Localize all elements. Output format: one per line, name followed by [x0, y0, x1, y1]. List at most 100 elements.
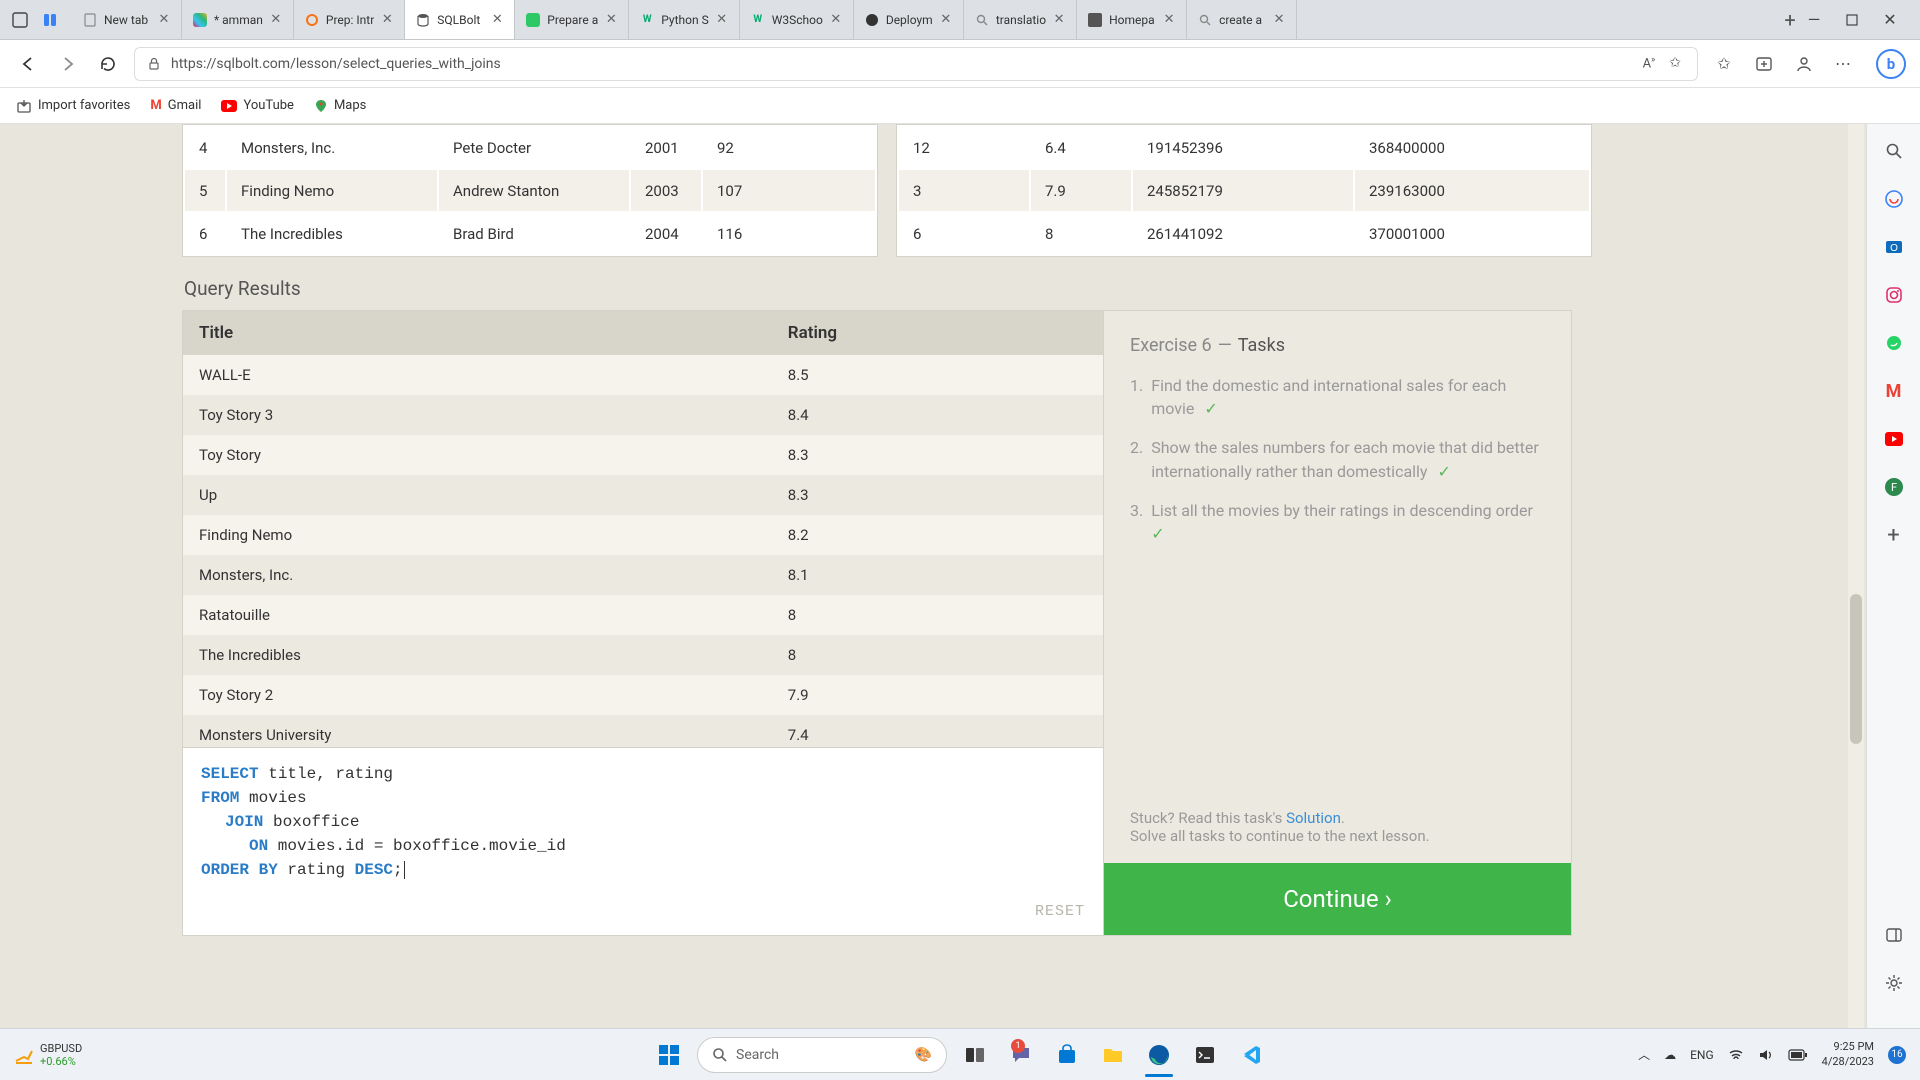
browser-tab[interactable]: * amman ✕ — [182, 0, 294, 39]
sidebar-toggle-icon[interactable] — [1881, 922, 1907, 948]
bookmark-maps[interactable]: Maps — [314, 98, 366, 113]
tab-close-icon[interactable]: ✕ — [1052, 13, 1066, 27]
tab-close-icon[interactable]: ✕ — [604, 13, 618, 27]
close-window-icon[interactable]: ✕ — [1878, 8, 1902, 32]
tab-title: W3Schoo — [772, 13, 823, 27]
store-icon[interactable] — [1049, 1037, 1085, 1073]
tab-favicon: W — [750, 12, 766, 28]
copilot-icon[interactable] — [1881, 186, 1907, 212]
bookmark-label: Maps — [334, 98, 366, 113]
tab-close-icon[interactable]: ✕ — [939, 13, 953, 27]
maximize-icon[interactable] — [1840, 8, 1864, 32]
browser-tab[interactable]: Homepa✕ — [1077, 0, 1187, 39]
stock-symbol: GBPUSD — [40, 1042, 82, 1055]
refresh-button[interactable] — [94, 50, 122, 78]
user-badge-icon[interactable]: F — [1881, 474, 1907, 500]
sql-editor[interactable]: SELECT title, rating FROM movies JOIN bo… — [182, 748, 1104, 936]
bookmark-import-favorites[interactable]: Import favorites — [16, 98, 130, 114]
youtube-sidebar-icon[interactable] — [1881, 426, 1907, 452]
wifi-icon[interactable] — [1728, 1047, 1744, 1063]
tab-close-icon[interactable]: ✕ — [715, 13, 729, 27]
tab-title: translatio — [996, 13, 1046, 27]
scrollbar-thumb[interactable] — [1850, 594, 1862, 744]
table-row: 5Finding NemoAndrew Stanton2003107 — [185, 170, 875, 211]
terminal-icon[interactable] — [1187, 1037, 1223, 1073]
tab-favicon — [974, 12, 990, 28]
favorite-icon[interactable]: ✩ — [1669, 55, 1681, 71]
forward-button[interactable] — [54, 50, 82, 78]
tab-close-icon[interactable]: ✕ — [490, 13, 504, 27]
task-text: Show the sales numbers for each movie th… — [1151, 438, 1539, 480]
gear-icon[interactable] — [1881, 970, 1907, 996]
youtube-icon — [221, 100, 237, 112]
tab-close-icon[interactable]: ✕ — [269, 13, 283, 27]
taskbar-search[interactable]: Search 🎨 — [697, 1037, 947, 1073]
browser-tab[interactable]: Deploym✕ — [854, 0, 964, 39]
browser-tab[interactable]: create a✕ — [1187, 0, 1297, 39]
start-button[interactable] — [651, 1037, 687, 1073]
url-text: https://sqlbolt.com/lesson/select_querie… — [171, 56, 501, 72]
browser-tab[interactable]: Prepare a✕ — [515, 0, 629, 39]
explorer-icon[interactable] — [1095, 1037, 1131, 1073]
tab-close-icon[interactable]: ✕ — [829, 13, 843, 27]
workspaces-icon[interactable] — [38, 8, 62, 32]
task-view-icon[interactable] — [957, 1037, 993, 1073]
tab-close-icon[interactable]: ✕ — [380, 13, 394, 27]
chat-icon[interactable]: 1 — [1003, 1037, 1039, 1073]
table-row: Ratatouille8 — [183, 595, 1103, 635]
tab-close-icon[interactable]: ✕ — [1162, 13, 1176, 27]
instagram-icon[interactable] — [1881, 282, 1907, 308]
tab-close-icon[interactable]: ✕ — [157, 13, 171, 27]
gmail-sidebar-icon[interactable]: M — [1881, 378, 1907, 404]
tray-chevron-icon[interactable]: ︿ — [1638, 1046, 1650, 1063]
collections-icon[interactable] — [1750, 50, 1778, 78]
language-indicator[interactable]: ENG — [1690, 1048, 1714, 1062]
vscode-icon[interactable] — [1233, 1037, 1269, 1073]
taskbar-clock[interactable]: 9:25 PM 4/28/2023 — [1822, 1040, 1874, 1069]
continue-button[interactable]: Continue › — [1104, 863, 1571, 935]
tab-title: Python S — [661, 13, 708, 27]
whatsapp-icon[interactable] — [1881, 330, 1907, 356]
menu-icon[interactable]: ⋯ — [1830, 50, 1858, 78]
bookmark-label: Gmail — [168, 98, 202, 113]
stuck-text: Stuck? Read this task's Solution. — [1130, 809, 1545, 827]
address-bar[interactable]: https://sqlbolt.com/lesson/select_querie… — [134, 47, 1698, 81]
browser-tab[interactable]: New tab✕ — [72, 0, 182, 39]
lock-icon — [147, 57, 161, 71]
new-tab-button[interactable]: + — [1778, 8, 1802, 32]
volume-icon[interactable] — [1758, 1047, 1774, 1063]
browser-tab[interactable]: W W3Schoo ✕ — [740, 0, 854, 39]
favorites-icon[interactable]: ✩ — [1710, 50, 1738, 78]
search-icon[interactable] — [1881, 138, 1907, 164]
bookmark-youtube[interactable]: YouTube — [221, 98, 294, 113]
page-scrollbar[interactable] — [1848, 124, 1864, 1028]
bookmarks-bar: Import favorites M Gmail YouTube Maps — [0, 88, 1920, 124]
results-table-scroll[interactable]: Title Rating WALL-E8.5Toy Story 38.4Toy … — [182, 310, 1104, 748]
bookmark-gmail[interactable]: M Gmail — [150, 98, 201, 113]
outlook-icon[interactable]: O — [1881, 234, 1907, 260]
tab-close-icon[interactable]: ✕ — [1272, 13, 1286, 27]
edge-icon[interactable] — [1141, 1037, 1177, 1073]
tab-actions-icon[interactable] — [8, 8, 32, 32]
browser-tab[interactable]: Prep: Intr✕ — [294, 0, 405, 39]
table-row: WALL-E8.5 — [183, 355, 1103, 395]
onedrive-icon[interactable]: ☁ — [1664, 1048, 1676, 1062]
tab-title: * amman — [214, 13, 263, 27]
tabs-container: New tab✕* amman✕Prep: Intr✕SQLBolt✕Prepa… — [72, 0, 1774, 39]
notification-badge[interactable]: 16 — [1888, 1046, 1906, 1064]
back-button[interactable] — [14, 50, 42, 78]
browser-tab[interactable]: WPython S✕ — [629, 0, 739, 39]
import-icon — [16, 98, 32, 114]
solution-link[interactable]: Solution — [1286, 809, 1341, 827]
minimize-icon[interactable]: — — [1802, 8, 1826, 32]
browser-tab[interactable]: translatio ✕ — [964, 0, 1077, 39]
bing-sidebar-icon[interactable]: b — [1876, 49, 1906, 79]
taskbar-widget-stock[interactable]: GBPUSD +0.66% — [14, 1042, 82, 1068]
add-tool-icon[interactable]: + — [1881, 522, 1907, 548]
maps-icon — [314, 99, 328, 113]
profile-icon[interactable] — [1790, 50, 1818, 78]
battery-icon[interactable] — [1788, 1049, 1808, 1061]
browser-tab[interactable]: SQLBolt✕ — [405, 0, 515, 39]
reset-button[interactable]: RESET — [1035, 901, 1085, 924]
read-aloud-icon[interactable]: A» — [1643, 55, 1656, 71]
